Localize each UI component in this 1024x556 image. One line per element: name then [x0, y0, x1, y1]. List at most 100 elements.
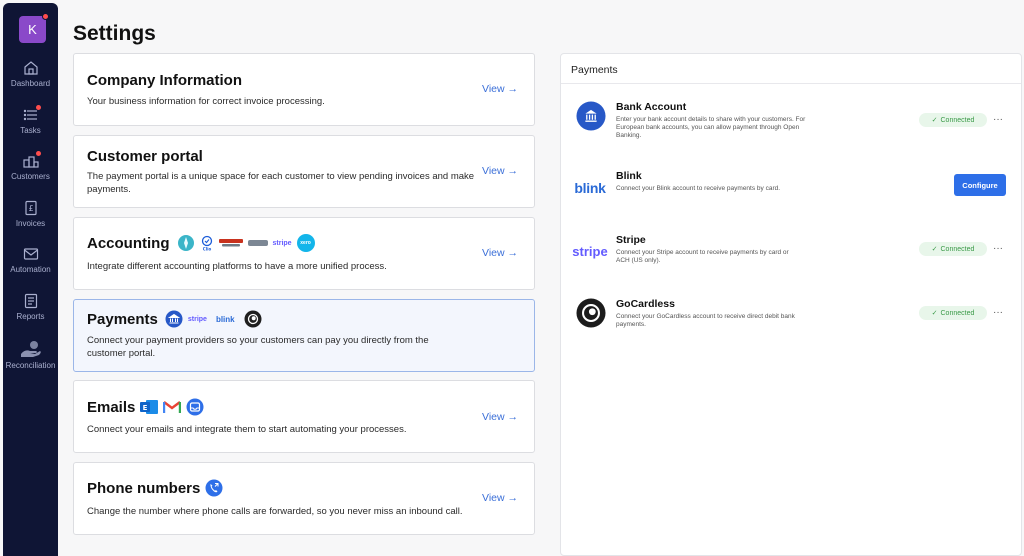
provider-bank-account: Bank Account Enter your bank account det…: [561, 101, 1023, 151]
panel-header: Payments: [561, 54, 1021, 84]
provider-name: Blink: [616, 170, 642, 182]
sidebar-item-label: Invoices: [15, 219, 46, 228]
card-description: Integrate different accounting platforms…: [87, 261, 387, 272]
card-description: Change the number where phone calls are …: [87, 506, 463, 517]
card-title: Accounting: [87, 234, 170, 252]
customers-icon: [22, 151, 41, 169]
check-icon: ✓: [931, 310, 938, 317]
sidebar-item-label: Tasks: [20, 126, 41, 135]
payments-card[interactable]: Payments stripe blink Connect your payme…: [73, 299, 535, 372]
blink-logo: blink: [574, 180, 606, 196]
stripe-icon: stripe: [272, 239, 292, 247]
oracle-netsuite-icon: [218, 239, 243, 247]
bank-icon: [576, 101, 606, 131]
connected-badge: ✓ Connected: [919, 242, 987, 256]
invoice-icon: £: [23, 200, 39, 216]
panel-title: Payments: [571, 64, 618, 76]
gocardless-icon: [576, 298, 606, 328]
provider-description: Connect your Stripe account to receive p…: [616, 249, 789, 264]
payments-panel: Payments Bank Account Enter your bank ac…: [560, 53, 1022, 556]
sidebar: K Dashboard Tasks Customers £ Invoices A…: [3, 3, 58, 556]
sidebar-item-label: Customers: [11, 172, 50, 181]
card-title: Payments: [87, 310, 158, 328]
status-text: Connected: [940, 309, 975, 317]
status-text: Connected: [940, 116, 975, 124]
list-icon: [23, 105, 41, 123]
page-title: Settings: [73, 22, 156, 45]
connected-badge: ✓ Connected: [919, 113, 987, 127]
blink-icon: blink: [215, 314, 235, 324]
payments-logos: stripe blink: [165, 310, 262, 328]
provider-blink: blink Blink Connect your Blink account t…: [561, 170, 1023, 220]
inbox-icon: [186, 398, 204, 416]
gmail-icon: [163, 401, 182, 413]
view-link[interactable]: View →: [482, 165, 518, 177]
more-options-button[interactable]: ···: [993, 243, 1003, 254]
clio-icon: Clio: [201, 235, 212, 252]
check-icon: ✓: [931, 117, 938, 124]
card-title-row: Payments stripe blink: [87, 310, 262, 328]
card-description: Your business information for correct in…: [87, 96, 325, 107]
card-title-row: Emails E: [87, 398, 204, 416]
sage-icon: [177, 235, 194, 251]
card-description: Connect your payment providers so your c…: [87, 335, 429, 359]
card-title: Phone numbers: [87, 479, 201, 497]
notification-dot: [35, 151, 41, 156]
provider-description: Enter your bank account details to share…: [616, 116, 806, 139]
card-title: Company Information: [87, 72, 243, 89]
sidebar-item-automation[interactable]: Automation: [3, 246, 58, 274]
check-icon: ✓: [931, 246, 938, 253]
more-options-button[interactable]: ···: [993, 114, 1003, 125]
sidebar-item-label: Dashboard: [10, 79, 51, 88]
stripe-icon: stripe: [187, 315, 207, 323]
accounting-card[interactable]: Accounting Clio stripe xero Integrate di…: [73, 217, 535, 290]
sidebar-item-label: Automation: [10, 265, 51, 274]
provider-stripe: stripe Stripe Connect your Stripe accoun…: [561, 234, 1023, 284]
sidebar-item-label: Reconciliation: [5, 361, 56, 370]
svg-text:£: £: [28, 204, 33, 213]
view-link[interactable]: View →: [482, 247, 518, 259]
more-options-button[interactable]: ···: [993, 307, 1003, 318]
card-description: The payment portal is a unique space for…: [87, 171, 475, 195]
home-icon: [23, 60, 39, 76]
svg-text:E: E: [143, 404, 148, 412]
sidebar-item-dashboard[interactable]: Dashboard: [3, 60, 58, 88]
report-icon: [23, 293, 39, 309]
sidebar-item-label: Reports: [16, 312, 45, 321]
svg-text:Clio: Clio: [202, 247, 211, 252]
customer-portal-card[interactable]: Customer portal The payment portal is a …: [73, 135, 535, 208]
status-text: Connected: [940, 245, 975, 253]
view-link[interactable]: View →: [482, 83, 518, 95]
mail-icon: [23, 246, 39, 262]
gocardless-icon: [244, 310, 262, 328]
sidebar-item-reports[interactable]: Reports: [3, 293, 58, 321]
provider-description: Connect your Blink account to receive pa…: [616, 185, 781, 192]
view-link[interactable]: View →: [482, 492, 518, 504]
card-title-row: Phone numbers: [87, 479, 223, 497]
sidebar-item-reconciliation[interactable]: Reconciliation: [3, 340, 58, 370]
phone-numbers-card[interactable]: Phone numbers Change the number where ph…: [73, 462, 535, 535]
emails-card[interactable]: Emails E Connect your emails and integra…: [73, 380, 535, 453]
xero-icon: xero: [296, 234, 315, 252]
card-title-row: Accounting Clio stripe xero: [87, 234, 315, 252]
configure-button[interactable]: Configure: [954, 174, 1006, 196]
outlook-icon: E: [140, 400, 159, 414]
view-link[interactable]: View →: [482, 411, 518, 423]
connected-badge: ✓ Connected: [919, 306, 987, 320]
provider-gocardless: GoCardless Connect your GoCardless accou…: [561, 298, 1023, 348]
phone-forward-icon: [205, 479, 223, 497]
provider-name: GoCardless: [616, 298, 675, 310]
quickbooks-icon: [247, 240, 268, 246]
avatar[interactable]: K: [19, 13, 49, 43]
sidebar-item-tasks[interactable]: Tasks: [3, 105, 58, 135]
provider-name: Bank Account: [616, 101, 687, 113]
sidebar-item-invoices[interactable]: £ Invoices: [3, 200, 58, 228]
card-title: Emails: [87, 398, 136, 416]
sidebar-item-customers[interactable]: Customers: [3, 151, 58, 181]
email-logos: E: [140, 398, 204, 416]
card-title: Customer portal: [87, 148, 203, 165]
company-information-card[interactable]: Company Information Your business inform…: [73, 53, 535, 126]
card-description: Connect your emails and integrate them t…: [87, 424, 407, 435]
stripe-logo: stripe: [572, 243, 608, 259]
accounting-logos: Clio stripe xero: [177, 234, 315, 252]
